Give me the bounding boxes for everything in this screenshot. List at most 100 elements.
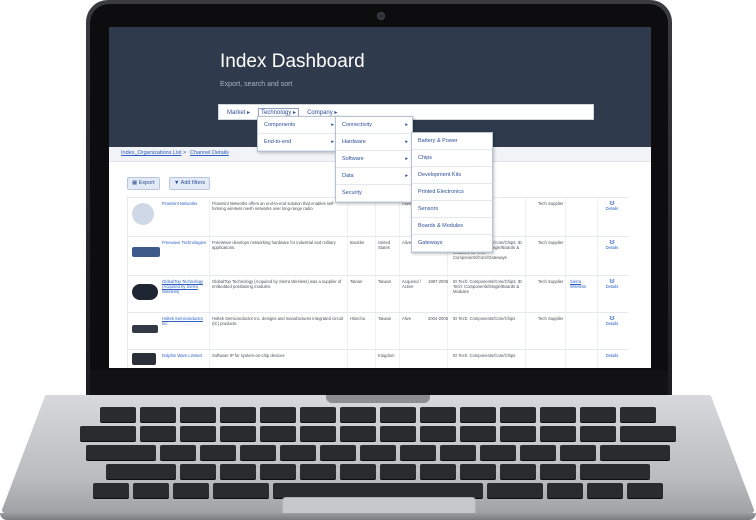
add-filters-button[interactable]: ▼ Add filters [169,177,211,190]
table-row[interactable]: Dolphin Ware Limited Software IP for sys… [128,349,628,368]
keyboard-key [340,407,376,422]
components-submenu: Connectivity ▸ Hardware ▸ Software ▸ Data ▸ … [335,116,413,203]
company-status: Alive [402,316,412,321]
table-row[interactable]: GlobalTop Technology (Acquired by Sierra… [128,275,628,312]
chevron-right-icon: ▸ [331,139,334,145]
keyboard-key [240,445,276,460]
laptop-keyboard [70,407,686,498]
breadcrumb-organizations[interactable]: Index_Organizations List [121,150,182,156]
menu-item-components[interactable]: Components ▸ [258,117,338,134]
details-link[interactable]: ⚙ Details [602,240,622,250]
keyboard-key [360,445,396,460]
menu-item-gateways[interactable]: Gateways [412,235,492,252]
details-link[interactable]: Details [602,353,622,358]
menu-item-chips[interactable]: Chips [412,150,492,167]
company-name-link[interactable]: Dolphin Ware Limited [162,353,210,358]
keyboard-key [520,445,556,460]
chevron-right-icon: ▸ [331,122,334,128]
company-description: Holtek Semiconductor Inc. designs and ma… [212,316,344,326]
menu-item-boards-modules[interactable]: Boards & Modules [412,218,492,235]
menu-item-label: Data [342,173,354,179]
details-label: Details [605,206,619,211]
company-country: Kingdom [378,353,395,358]
breadcrumb-separator: > [183,150,187,156]
company-description: Flowmint Networks offers an end-to-end s… [212,201,335,211]
details-label: Details [605,353,619,358]
keyboard-key [160,445,196,460]
keyboard-key [300,464,336,479]
menu-item-data[interactable]: Data ▸ [336,168,412,185]
add-filters-label: Add filters [180,180,206,186]
export-icon: ▦ [132,180,139,186]
keyboard-key [580,464,650,479]
menu-item-battery-power[interactable]: Battery & Power [412,133,492,150]
keyboard-key [460,426,496,441]
keyboard-row [70,464,686,479]
company-type: Tech Supplier [538,201,564,206]
keyboard-key [273,483,483,498]
company-segment: ID Tech: Components/Core/Chips; ID Tech:… [453,279,522,294]
menu-item-development-kits[interactable]: Development Kits [412,167,492,184]
keyboard-key [220,464,256,479]
keyboard-key [106,464,176,479]
menu-item-label: Hardware [342,139,366,145]
details-link[interactable]: ⚙ Details [602,279,622,289]
keyboard-key [93,483,129,498]
company-logo [132,203,154,225]
keyboard-key [380,464,416,479]
company-logo [132,247,160,257]
company-name-link[interactable]: Flowmint Networks [162,201,210,206]
keyboard-key [380,426,416,441]
company-type: Tech Supplier [538,316,564,321]
menu-item-security[interactable]: Security [336,185,412,202]
menu-item-label: Components [264,122,296,128]
keyboard-key [500,426,536,441]
company-name-link[interactable]: GlobalTop Technology (Acquired by Sierra… [162,279,210,294]
menu-market[interactable]: Market ▸ [227,109,250,116]
menu-item-printed-electronics[interactable]: Printed Electronics [412,184,492,201]
menu-company[interactable]: Company ▸ [307,109,337,116]
menu-item-sensors[interactable]: Sensors [412,201,492,218]
keyboard-key [280,445,316,460]
export-label: Export [138,180,155,186]
keyboard-key [320,445,356,460]
company-status: Acquired / Active [402,279,421,289]
table-row[interactable]: Freewave Technologies FreeWave develops … [128,236,628,275]
page-subtitle: Export, search and sort [220,81,293,88]
company-name-link[interactable]: Freewave Technologies [162,240,210,245]
menu-item-label: Connectivity [342,122,372,128]
keyboard-key [340,426,376,441]
keyboard-key [620,426,676,441]
page-title: Index Dashboard [220,51,365,72]
company-logo [132,325,158,333]
menu-item-connectivity[interactable]: Connectivity ▸ [336,117,412,134]
keyboard-key [260,407,296,422]
keyboard-key [580,426,616,441]
keyboard-key [580,407,616,422]
keyboard-row [70,483,686,498]
keyboard-key [500,464,536,479]
chevron-right-icon: ▸ [405,122,408,128]
keyboard-key [380,407,416,422]
keyboard-key [540,407,576,422]
keyboard-key [213,483,269,498]
organizations-table: Flowmint Networks Flowmint Networks offe… [127,197,628,368]
breadcrumb-channel[interactable]: Channel Details [190,150,229,156]
company-logo [132,284,158,300]
menu-item-hardware[interactable]: Hardware ▸ [336,134,412,151]
export-button[interactable]: ▦ Export [127,177,160,190]
keyboard-key [100,407,136,422]
company-segment: ID Tech: Components/Core/Chips [453,316,516,321]
company-name-link[interactable]: Holtek Semiconductor Inc. [162,316,210,326]
hardware-submenu: Battery & Power Chips Development Kits P… [411,132,493,253]
keyboard-key [600,445,670,460]
keyboard-key [340,464,376,479]
details-link[interactable]: ⚙ Details [602,201,622,211]
acquirer-link[interactable]: Sierra Wireless [570,279,596,289]
keyboard-key [620,407,656,422]
company-type: Tech Supplier [538,279,564,284]
menu-item-end-to-end[interactable]: End-to-end ▸ [258,134,338,151]
menu-item-software[interactable]: Software ▸ [336,151,412,168]
details-link[interactable]: ⚙ Details [602,316,622,326]
table-row[interactable]: Holtek Semiconductor Inc. Holtek Semicon… [128,312,628,349]
